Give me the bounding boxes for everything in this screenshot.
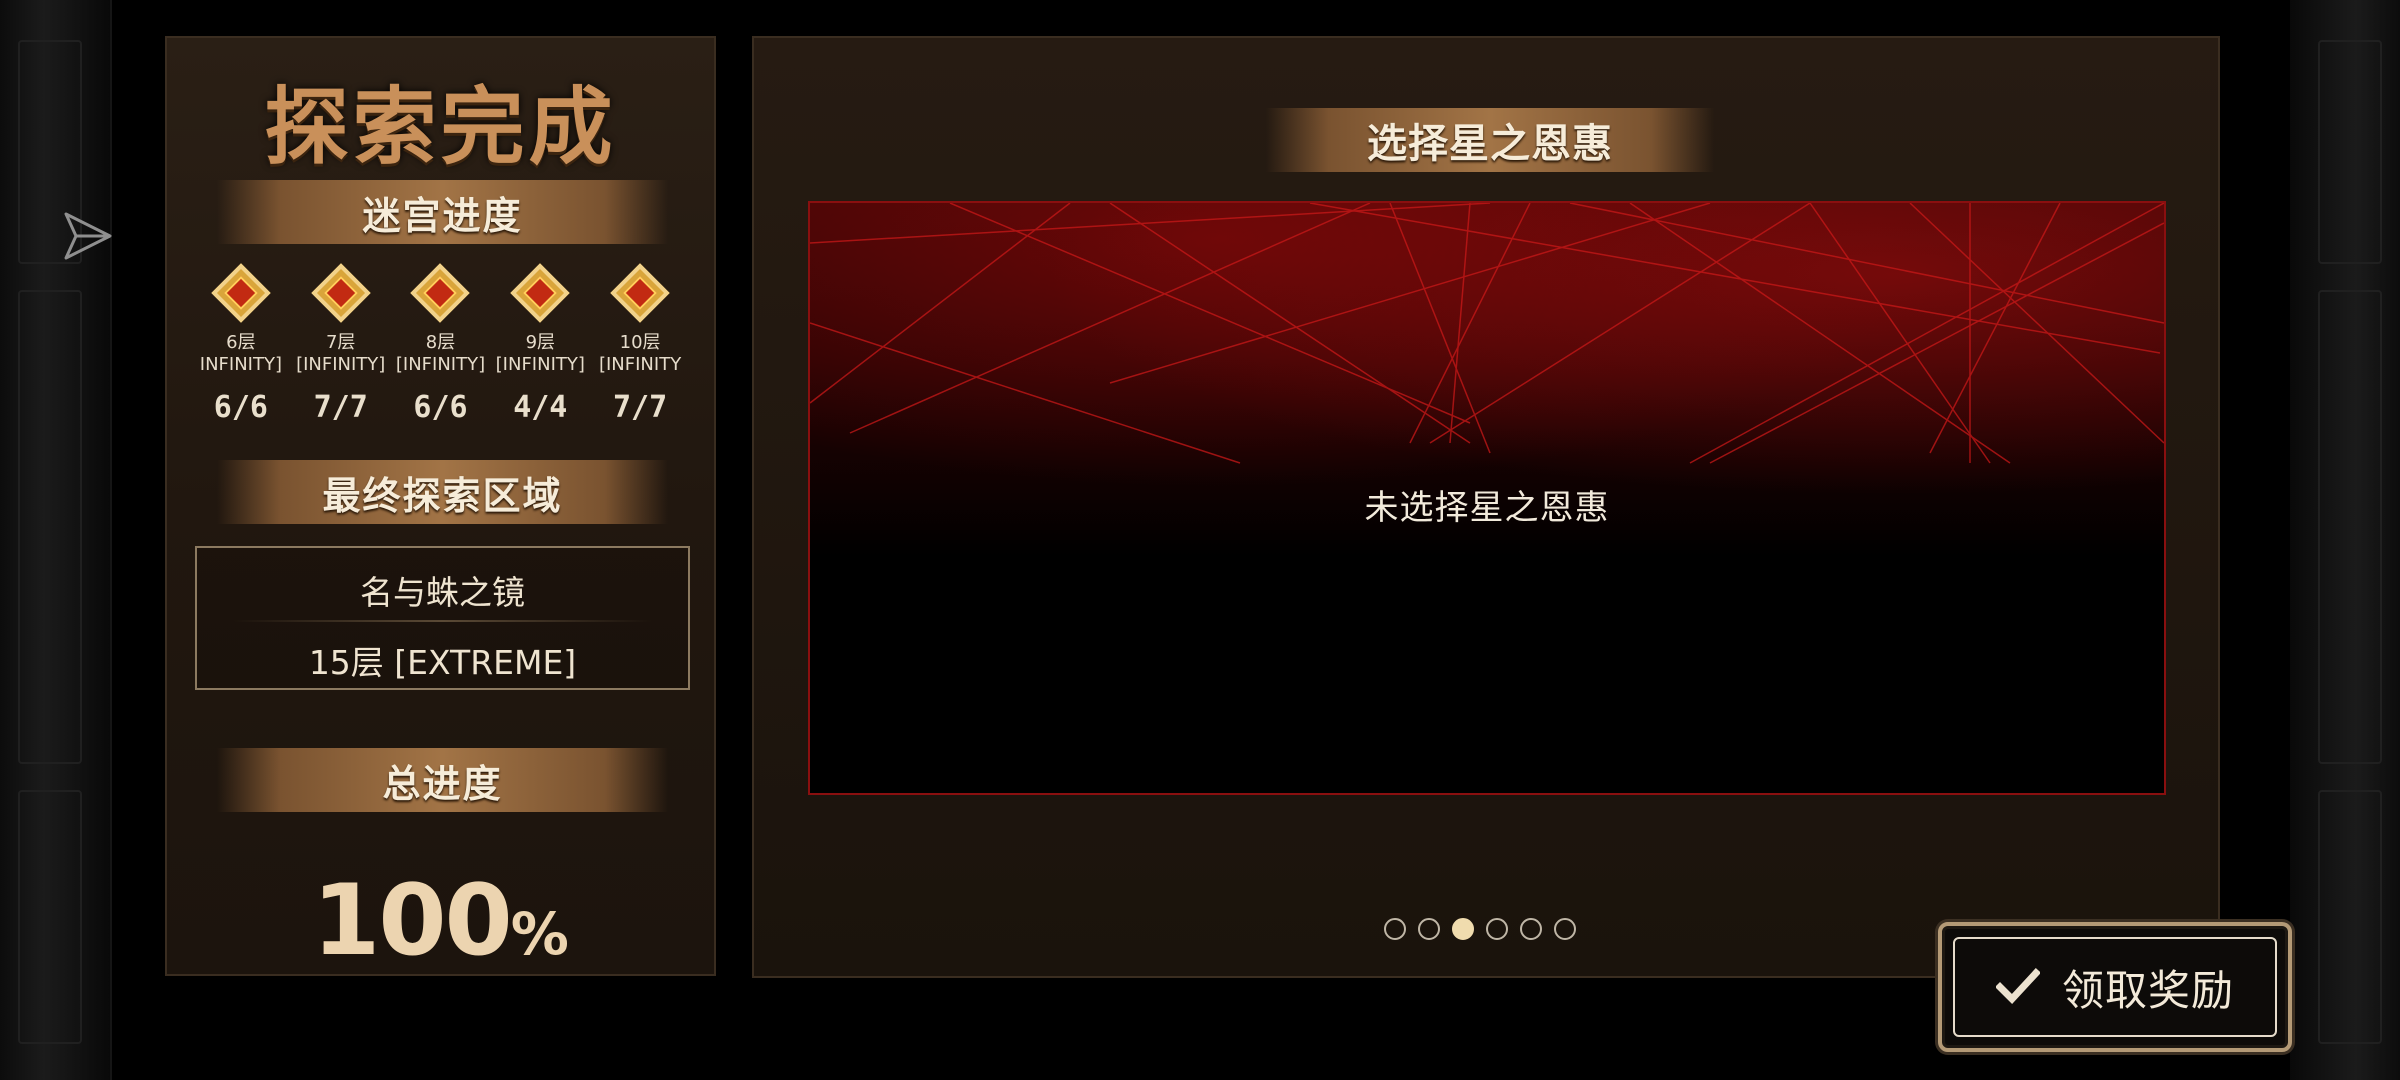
right-frame-decoration (2290, 0, 2400, 1080)
claim-reward-button[interactable]: 领取奖励 (1938, 922, 2292, 1052)
total-progress-value: 100% (167, 864, 714, 978)
frame-segment (18, 290, 82, 764)
floor-difficulty: [INFINITY] (495, 354, 585, 375)
floor-count: 7/7 (313, 390, 368, 425)
floor-item: 6层 INFINITY] 6/6 (191, 262, 291, 462)
page-dot[interactable] (1486, 918, 1508, 940)
floor-difficulty: [INFINITY] (395, 354, 486, 375)
floor-item: 9层 [INFINITY] 4/4 (490, 262, 590, 462)
frame-segment (2318, 790, 2382, 1044)
floor-label: 8层 (425, 332, 456, 353)
no-blessing-selected-text: 未选择星之恩惠 (1364, 488, 1610, 528)
floor-badge-icon (610, 263, 670, 323)
floor-badge-icon (510, 263, 570, 323)
total-progress-header: 总进度 (217, 748, 668, 812)
frame-segment (2318, 290, 2382, 764)
total-progress-unit: % (510, 900, 569, 968)
floor-count: 4/4 (513, 390, 568, 425)
floor-count: 6/6 (213, 390, 268, 425)
page-title: 探索完成 (264, 78, 617, 176)
star-blessing-display[interactable]: 未选择星之恩惠 (808, 201, 2166, 795)
floor-item: 10层 [INFINITY 7/7 (590, 262, 690, 462)
floor-progress-list: 6层 INFINITY] 6/6 7层 [INFINITY] 7/7 8层 [I… (191, 262, 690, 462)
floor-badge-icon (310, 263, 371, 323)
final-area-header: 最终探索区域 (217, 460, 668, 524)
frame-segment (2318, 40, 2382, 264)
total-progress-number: 100 (312, 864, 513, 978)
page-dot[interactable] (1384, 918, 1406, 940)
divider (233, 620, 652, 622)
floor-label: 9层 (525, 332, 556, 353)
claim-reward-label: 领取奖励 (2061, 965, 2234, 1015)
floor-badge-icon (211, 263, 271, 323)
left-frame-decoration (0, 0, 112, 1080)
floor-label: 10层 (619, 332, 661, 353)
floor-difficulty: INFINITY] (199, 354, 283, 375)
page-dot[interactable] (1520, 918, 1542, 940)
star-blessing-header: 选择星之恩惠 (1266, 108, 1714, 172)
final-area-floor: 15层 [EXTREME] (308, 643, 577, 682)
floor-label: 6层 (226, 332, 256, 353)
floor-badge-icon (410, 263, 471, 323)
share-icon[interactable] (62, 208, 114, 264)
final-area-name: 名与蛛之镜 (360, 573, 525, 612)
floor-item: 7层 [INFINITY] 7/7 (291, 262, 391, 462)
pagination-dots (1384, 918, 1576, 940)
floor-label: 7层 (325, 332, 356, 353)
maze-progress-header: 迷宫进度 (217, 180, 668, 244)
frame-segment (18, 790, 82, 1044)
page-dot[interactable] (1554, 918, 1576, 940)
claim-reward-button-inner[interactable]: 领取奖励 (1953, 937, 2277, 1037)
final-area-box: 名与蛛之镜 15层 [EXTREME] (195, 546, 690, 690)
floor-difficulty: [INFINITY (598, 354, 682, 375)
exploration-summary-panel: 探索完成 迷宫进度 6层 INFINITY] 6/6 7层 [INFINITY]… (165, 36, 716, 978)
check-icon (1995, 968, 2040, 1005)
floor-difficulty: [INFINITY] (296, 354, 386, 375)
floor-count: 7/7 (612, 390, 668, 425)
page-dot[interactable] (1418, 918, 1440, 940)
floor-item: 8层 [INFINITY] 6/6 (391, 262, 491, 462)
floor-count: 6/6 (413, 390, 468, 425)
page-dot-active[interactable] (1452, 918, 1474, 940)
star-blessing-panel: 选择星之恩惠 未选择星之恩惠 (752, 36, 2220, 978)
